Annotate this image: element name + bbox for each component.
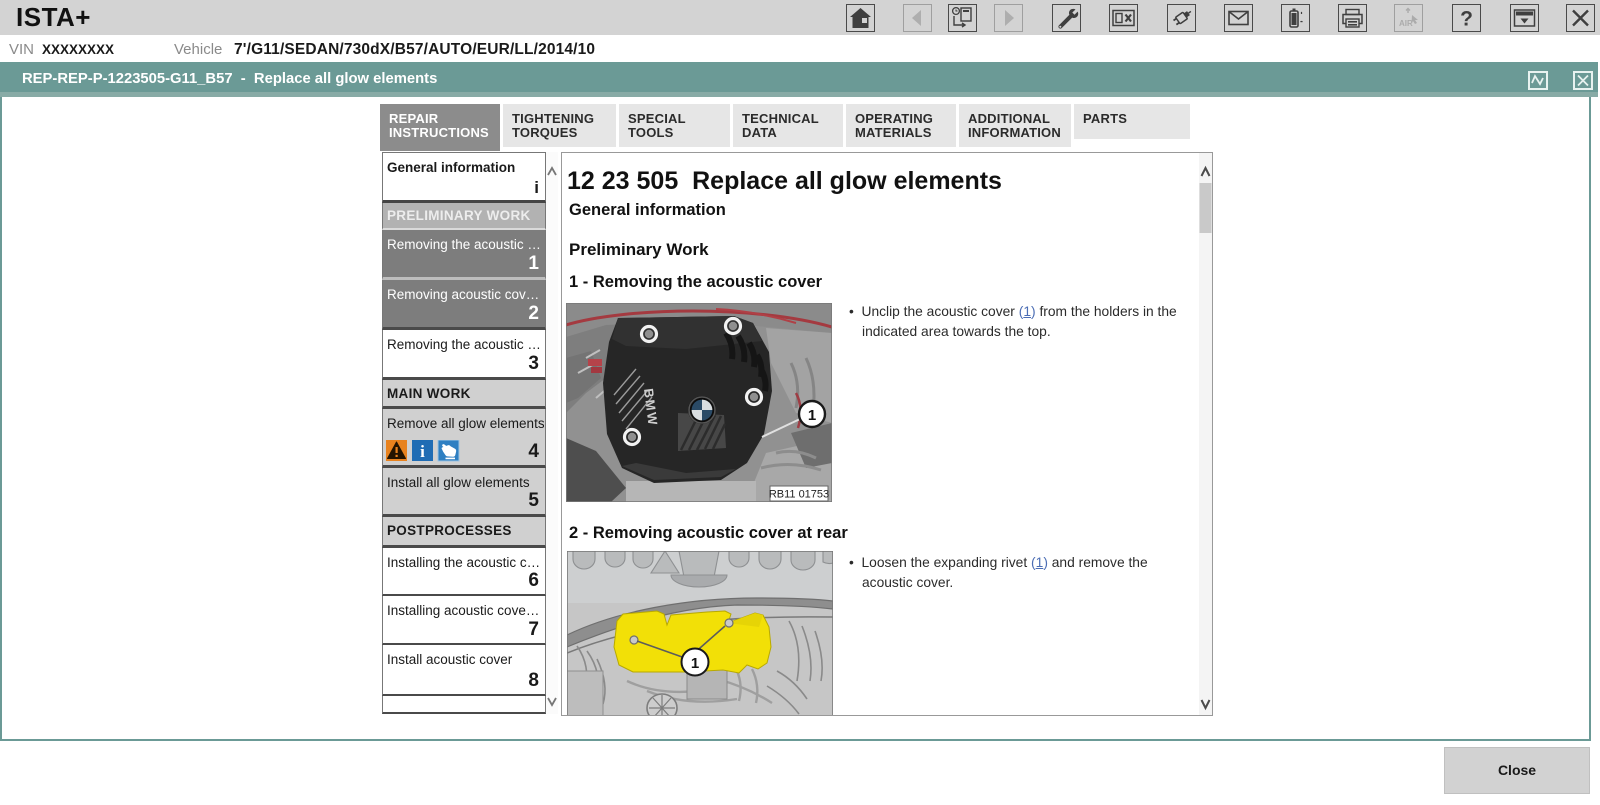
svg-text:i: i [420, 442, 425, 461]
svg-text:AIR: AIR [1399, 19, 1413, 28]
svg-text:1: 1 [691, 655, 699, 672]
svg-text:?: ? [1460, 8, 1473, 31]
svg-text:RB11 01753: RB11 01753 [769, 489, 829, 501]
svg-text:1: 1 [808, 407, 816, 424]
